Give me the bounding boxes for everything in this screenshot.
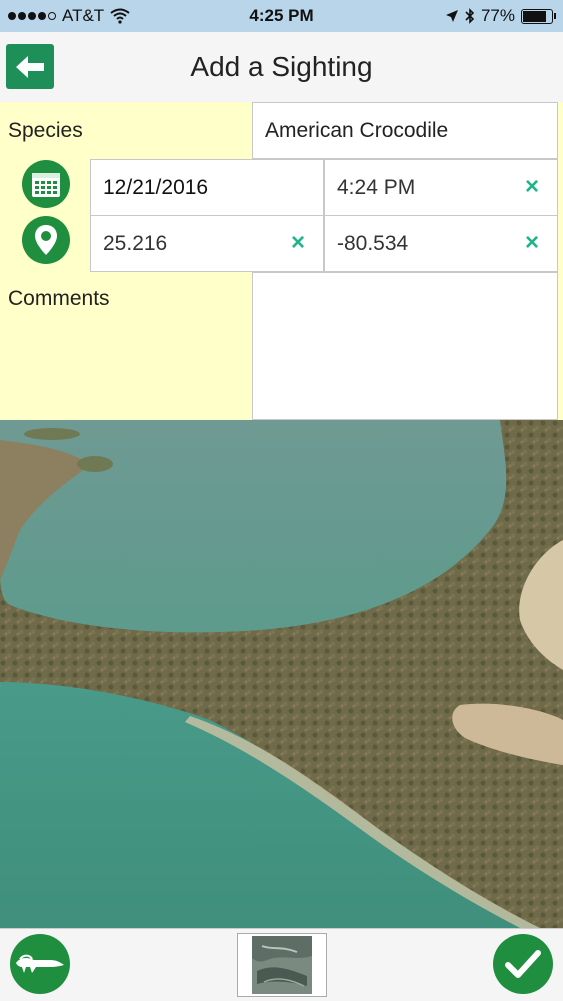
aerial-photo-image	[0, 420, 563, 928]
status-right: 77%	[445, 6, 556, 26]
battery-percent: 77%	[480, 6, 515, 25]
calendar-button[interactable]	[22, 160, 70, 208]
clear-time-button[interactable]: ×	[525, 173, 539, 201]
crocodile-photo-thumbnail-image	[252, 936, 312, 994]
nav-bar: Add a Sighting	[0, 32, 563, 103]
species-value: American Crocodile	[265, 119, 449, 142]
time-field[interactable]: 4:24 PM ×	[324, 159, 558, 216]
battery-icon	[521, 8, 556, 24]
photo-thumbnail[interactable]	[237, 933, 327, 997]
clear-latitude-button[interactable]: ×	[291, 229, 305, 257]
date-field[interactable]: 12/21/2016	[90, 159, 324, 216]
location-arrow-icon	[445, 10, 458, 22]
latitude-field[interactable]: 25.216 ×	[90, 215, 324, 272]
status-bar: AT&T 4:25 PM 77%	[0, 0, 563, 32]
sighting-photo	[0, 420, 563, 928]
page-title: Add a Sighting	[190, 51, 373, 82]
bluetooth-icon	[465, 8, 475, 24]
bottom-toolbar	[0, 928, 563, 1001]
longitude-field[interactable]: -80.534 ×	[324, 215, 558, 272]
crocodile-icon	[16, 954, 64, 973]
species-label: Species	[8, 119, 83, 142]
date-value: 12/21/2016	[103, 176, 209, 199]
comments-label: Comments	[8, 287, 110, 310]
comments-field[interactable]	[252, 272, 558, 420]
map-pin-icon	[35, 225, 57, 255]
sighting-form: Species American Crocodile 12/21/2016 4:…	[0, 102, 563, 420]
submit-button[interactable]	[493, 934, 553, 994]
location-button[interactable]	[22, 216, 70, 264]
longitude-value: -80.534	[337, 232, 409, 255]
latitude-value: 25.216	[103, 232, 168, 255]
time-value: 4:24 PM	[337, 176, 416, 199]
clear-longitude-button[interactable]: ×	[525, 229, 539, 257]
species-list-button[interactable]	[10, 934, 70, 994]
checkmark-icon	[505, 950, 541, 978]
calendar-icon	[32, 173, 60, 197]
species-field[interactable]: American Crocodile	[252, 102, 558, 159]
